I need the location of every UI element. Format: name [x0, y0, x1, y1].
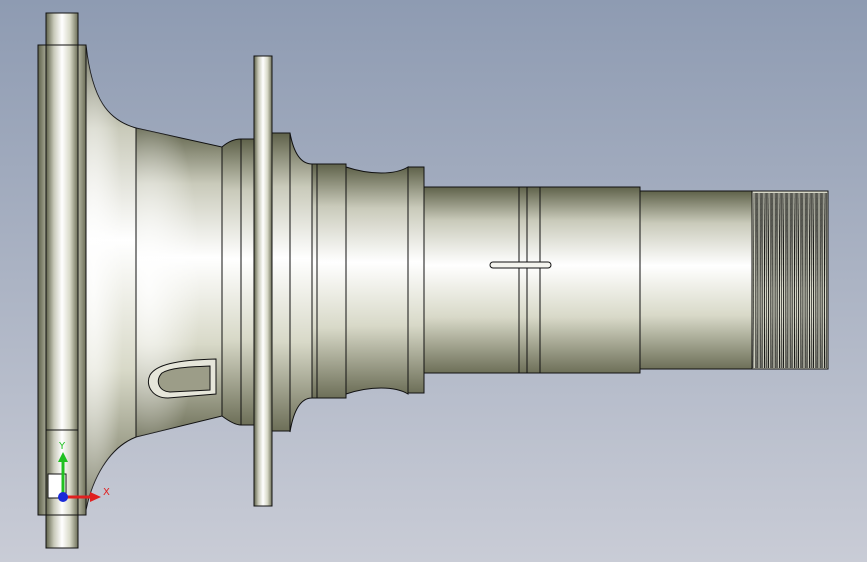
triad-z-axis — [58, 492, 68, 502]
shaft-shoulder-3[interactable] — [407, 166, 425, 394]
shaft-collar-2[interactable] — [526, 186, 541, 374]
shaft-segment-4[interactable] — [423, 186, 520, 374]
triad-y-label: Y — [59, 441, 66, 452]
middle-flange[interactable] — [253, 55, 273, 507]
hub-ring-1[interactable] — [240, 138, 255, 426]
cad-scene[interactable] — [0, 0, 867, 562]
triad-x-label: X — [103, 487, 110, 498]
shaft-segment-3[interactable] — [316, 163, 347, 399]
keyway-slot[interactable] — [489, 261, 552, 269]
cad-viewport[interactable]: X Y — [0, 0, 867, 562]
shaft-segment-5[interactable] — [539, 186, 641, 374]
shaft-segment-2[interactable] — [311, 163, 318, 399]
shaft-segment-6[interactable] — [639, 190, 753, 370]
hub-ring-2[interactable] — [271, 132, 291, 432]
shaft-collar-1[interactable] — [518, 186, 528, 374]
hub-fillet-1[interactable] — [221, 138, 242, 426]
shaft-fillet-2[interactable] — [289, 132, 313, 433]
shaft-groove-neck[interactable] — [345, 166, 409, 395]
